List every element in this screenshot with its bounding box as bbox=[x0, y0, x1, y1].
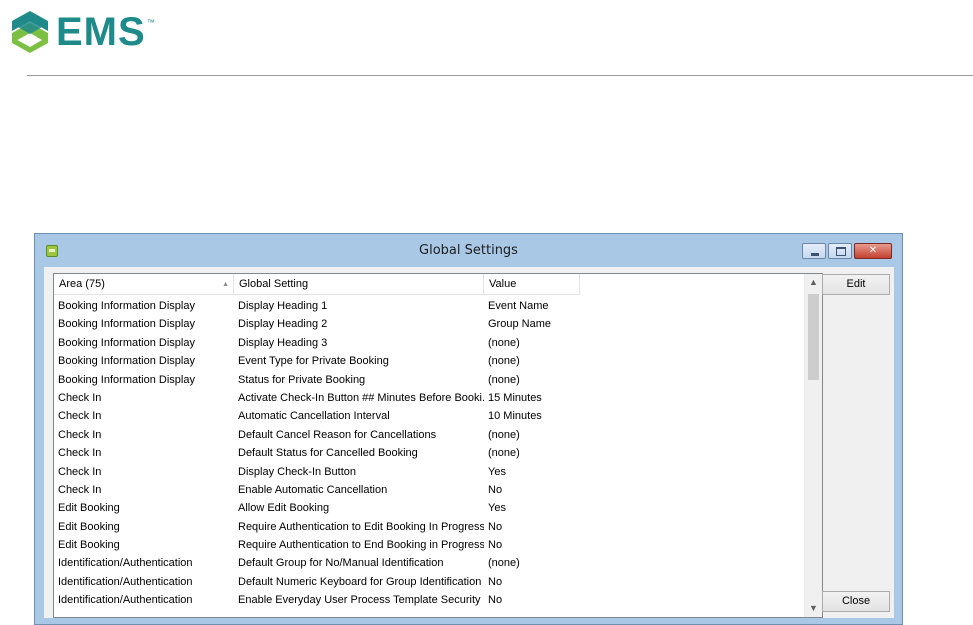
setting-cell: Allow Edit Booking bbox=[238, 502, 330, 515]
setting-cell: Default Cancel Reason for Cancellations bbox=[238, 428, 437, 441]
close-button[interactable]: Close bbox=[822, 591, 890, 612]
scrollbar-thumb[interactable] bbox=[808, 294, 819, 380]
column-header-area-label: Area (75) bbox=[59, 278, 105, 290]
column-header-value-label: Value bbox=[489, 278, 517, 290]
ems-logo-text: EMS bbox=[56, 10, 146, 54]
column-header-global-setting[interactable]: Global Setting bbox=[234, 274, 484, 295]
area-cell: Identification/Authentication bbox=[58, 557, 193, 570]
header-divider bbox=[27, 75, 973, 76]
setting-cell: Require Authentication to Edit Booking I… bbox=[238, 520, 484, 533]
setting-cell: Default Group for No/Manual Identificati… bbox=[238, 557, 444, 570]
value-cell: (none) bbox=[488, 336, 520, 349]
edit-button[interactable]: Edit bbox=[822, 274, 890, 295]
table-row[interactable]: Booking Information Display Display Headi… bbox=[54, 315, 807, 333]
table-row[interactable]: Identification/Authentication Enable Ever… bbox=[54, 591, 807, 609]
list-rows: Booking Information Display Display Headi… bbox=[54, 297, 807, 610]
window-titlebar[interactable]: Global Settings bbox=[35, 234, 902, 267]
value-cell: No bbox=[488, 520, 503, 533]
area-cell: Booking Information Display bbox=[58, 373, 195, 386]
table-row[interactable]: Booking Information Display Display Headi… bbox=[54, 297, 807, 315]
value-cell: (none) bbox=[488, 428, 520, 441]
setting-cell: Event Type for Private Booking bbox=[238, 355, 389, 368]
area-cell: Check In bbox=[58, 428, 102, 441]
maximize-icon[interactable] bbox=[828, 243, 852, 259]
caption-buttons bbox=[800, 243, 892, 259]
area-cell: Check In bbox=[58, 391, 102, 404]
column-header-value[interactable]: Value bbox=[484, 274, 580, 295]
table-row[interactable]: Booking Information Display Event Type fo… bbox=[54, 352, 807, 370]
table-row[interactable]: Check In Automatic Cancellation Interval 1… bbox=[54, 407, 807, 425]
value-cell: Event Name bbox=[488, 300, 549, 312]
area-cell: Check In bbox=[58, 447, 102, 460]
settings-list[interactable]: Area (75) ▲ Global Setting Value Booking… bbox=[53, 273, 823, 618]
value-cell: No bbox=[488, 594, 503, 607]
area-cell: Booking Information Display bbox=[58, 300, 195, 312]
setting-cell: Automatic Cancellation Interval bbox=[238, 410, 390, 423]
area-cell: Check In bbox=[58, 483, 102, 496]
window-title: Global Settings bbox=[419, 243, 518, 258]
setting-cell: Default Status for Cancelled Booking bbox=[238, 447, 418, 460]
table-row[interactable]: Check In Enable Automatic Cancellation No bbox=[54, 481, 807, 499]
value-cell: Yes bbox=[488, 502, 506, 515]
table-row[interactable]: Edit Booking Require Authentication to En… bbox=[54, 536, 807, 554]
chevron-down-icon[interactable]: ▼ bbox=[805, 600, 822, 617]
value-cell: 10 Minutes bbox=[488, 410, 542, 423]
global-settings-window: Global Settings Area (75) ▲ Global Setti… bbox=[34, 233, 903, 625]
area-cell: Edit Booking bbox=[58, 539, 120, 552]
table-row[interactable]: Booking Information Display Status for Pr… bbox=[54, 371, 807, 389]
table-row[interactable]: Check In Activate Check-In Button ## Minu… bbox=[54, 389, 807, 407]
setting-cell: Enable Everyday User Process Template Se… bbox=[238, 594, 481, 607]
chevron-up-icon[interactable]: ▲ bbox=[805, 274, 822, 291]
minimize-icon[interactable] bbox=[802, 243, 826, 259]
setting-cell: Status for Private Booking bbox=[238, 373, 366, 386]
trademark-mark: ™ bbox=[146, 17, 155, 27]
table-row[interactable]: Check In Default Status for Cancelled Boo… bbox=[54, 444, 807, 462]
table-row[interactable]: Booking Information Display Display Headi… bbox=[54, 334, 807, 352]
column-header-area[interactable]: Area (75) ▲ bbox=[54, 274, 234, 295]
value-cell: (none) bbox=[488, 447, 520, 460]
value-cell: No bbox=[488, 539, 503, 552]
close-icon[interactable] bbox=[854, 243, 892, 259]
area-cell: Edit Booking bbox=[58, 520, 120, 533]
area-cell: Check In bbox=[58, 465, 102, 478]
setting-cell: Display Check-In Button bbox=[238, 465, 356, 478]
setting-cell: Display Heading 1 bbox=[238, 300, 328, 312]
table-row[interactable]: Edit Booking Allow Edit Booking Yes bbox=[54, 499, 807, 517]
setting-cell: Display Heading 2 bbox=[238, 318, 328, 331]
ems-logo: EMS ™ bbox=[8, 4, 155, 60]
setting-cell: Require Authentication to End Booking in… bbox=[238, 539, 484, 552]
value-cell: 15 Minutes bbox=[488, 391, 542, 404]
area-cell: Identification/Authentication bbox=[58, 575, 193, 588]
table-row[interactable]: Edit Booking Require Authentication to Ed… bbox=[54, 518, 807, 536]
sort-ascending-icon: ▲ bbox=[222, 281, 229, 288]
area-cell: Booking Information Display bbox=[58, 318, 195, 331]
table-row[interactable]: Check In Default Cancel Reason for Cancel… bbox=[54, 426, 807, 444]
value-cell: Group Name bbox=[488, 318, 551, 331]
window-client-area: Area (75) ▲ Global Setting Value Booking… bbox=[44, 267, 894, 618]
table-row[interactable]: Check In Display Check-In Button Yes bbox=[54, 463, 807, 481]
setting-cell: Activate Check-In Button ## Minutes Befo… bbox=[238, 391, 484, 404]
setting-cell: Enable Automatic Cancellation bbox=[238, 483, 388, 496]
value-cell: (none) bbox=[488, 355, 520, 368]
setting-cell: Display Heading 3 bbox=[238, 336, 328, 349]
area-cell: Identification/Authentication bbox=[58, 594, 193, 607]
value-cell: No bbox=[488, 483, 503, 496]
value-cell: No bbox=[488, 575, 503, 588]
vertical-scrollbar[interactable]: ▲ ▼ bbox=[804, 274, 822, 617]
value-cell: (none) bbox=[488, 373, 520, 386]
value-cell: (none) bbox=[488, 557, 520, 570]
table-row[interactable]: Identification/Authentication Default Gro… bbox=[54, 554, 807, 572]
column-header-global-setting-label: Global Setting bbox=[239, 278, 309, 290]
area-cell: Booking Information Display bbox=[58, 336, 195, 349]
area-cell: Check In bbox=[58, 410, 102, 423]
value-cell: Yes bbox=[488, 465, 506, 478]
ems-logo-mark-icon bbox=[12, 11, 48, 53]
list-header: Area (75) ▲ Global Setting Value bbox=[54, 274, 807, 297]
table-row[interactable]: Identification/Authentication Default Num… bbox=[54, 573, 807, 591]
area-cell: Booking Information Display bbox=[58, 355, 195, 368]
area-cell: Edit Booking bbox=[58, 502, 120, 515]
setting-cell: Default Numeric Keyboard for Group Ident… bbox=[238, 575, 482, 588]
